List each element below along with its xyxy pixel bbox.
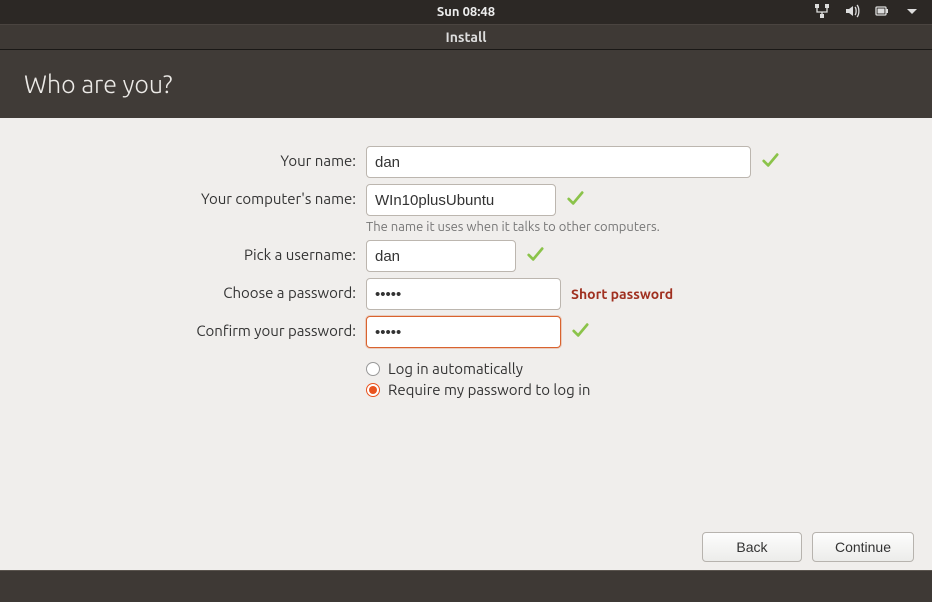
password-input[interactable] [366,278,561,310]
back-button[interactable]: Back [702,532,802,562]
top-panel: Sun 08:48 [0,0,932,24]
check-icon [566,189,584,211]
radio-label-require: Require my password to log in [388,381,590,398]
bottom-bar [0,570,932,602]
name-label: Your name: [24,146,366,169]
session-menu-icon[interactable] [904,3,920,22]
page-header: Who are you? [0,50,932,118]
login-options: Log in automatically Require my password… [366,360,590,402]
password-warning: Short password [571,286,673,302]
username-label: Pick a username: [24,240,366,263]
form-content: Your name: Your computer's name: The nam… [0,118,932,436]
radio-label-auto: Log in automatically [388,360,523,377]
radio-icon [366,362,380,376]
window-title-bar: Install [0,24,932,50]
clock: Sun 08:48 [437,5,495,19]
system-tray [814,3,920,22]
radio-login-auto[interactable]: Log in automatically [366,360,590,377]
check-icon [526,245,544,267]
computer-name-hint: The name it uses when it talks to other … [366,220,660,234]
radio-require-password[interactable]: Require my password to log in [366,381,590,398]
computer-name-input[interactable] [366,184,556,216]
password-label: Choose a password: [24,278,366,301]
footer-buttons: Back Continue [702,532,914,562]
confirm-password-label: Confirm your password: [24,316,366,339]
check-icon [571,321,589,343]
check-icon [761,151,779,173]
computer-name-label: Your computer's name: [24,184,366,207]
network-icon[interactable] [814,3,830,22]
page-title: Who are you? [24,70,908,98]
confirm-password-input[interactable] [366,316,561,348]
volume-icon[interactable] [844,3,860,22]
battery-icon[interactable] [874,3,890,22]
radio-icon [366,383,380,397]
name-input[interactable] [366,146,751,178]
window-title: Install [446,29,487,45]
username-input[interactable] [366,240,516,272]
continue-button[interactable]: Continue [812,532,914,562]
